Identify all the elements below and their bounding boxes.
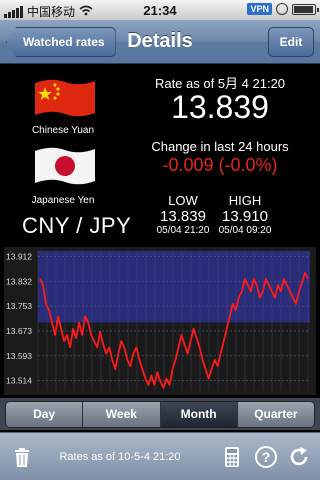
y-tick-label: 13.673 — [6, 326, 32, 336]
trash-icon[interactable] — [10, 445, 34, 469]
period-selector-bar: Day Week Month Quarter — [0, 398, 320, 430]
high-time: 05/04 09:20 — [218, 225, 272, 236]
y-tick-label: 13.593 — [6, 351, 32, 361]
status-right: VPN — [247, 3, 319, 15]
details-panel: Chinese Yuan Japanese Yen CNY / JPY Rate… — [0, 65, 320, 398]
period-segmented-control: Day Week Month Quarter — [5, 401, 315, 428]
high-block: HIGH 13.910 05/04 09:20 — [205, 193, 285, 236]
help-icon[interactable]: ? — [254, 445, 278, 469]
change-label: Change in last 24 hours — [151, 139, 289, 154]
rate-value: 13.839 — [171, 89, 269, 125]
segment-week[interactable]: Week — [83, 402, 161, 427]
svg-text:?: ? — [262, 449, 271, 465]
segment-day[interactable]: Day — [6, 402, 84, 427]
refresh-icon[interactable] — [287, 445, 311, 469]
edit-button[interactable]: Edit — [268, 27, 314, 57]
high-value: 13.910 — [222, 208, 268, 225]
bottom-toolbar: Rates as of 10-5-4 21:20 ? — [0, 432, 320, 480]
y-tick-label: 13.832 — [6, 276, 32, 286]
y-tick-label: 13.912 — [6, 252, 32, 262]
rate-chart[interactable]: 13.912 13.832 13.753 13.673 13.593 13.514 — [4, 247, 316, 395]
vpn-badge: VPN — [247, 3, 272, 15]
china-flag-icon — [35, 79, 95, 117]
y-tick-label: 13.753 — [6, 301, 32, 311]
japan-flag-icon — [35, 147, 95, 185]
battery-icon — [292, 3, 319, 15]
navigation-bar: Watched rates Details Edit — [0, 20, 320, 64]
y-tick-label: 13.514 — [6, 375, 32, 385]
toolbar-status-text: Rates as of 10-5-4 21:20 — [59, 451, 181, 463]
status-bar: 中国移动 21:34 VPN — [0, 0, 320, 20]
alarm-icon — [276, 3, 288, 15]
segment-month[interactable]: Month — [160, 402, 238, 427]
currency-pair: CNY / JPY — [22, 213, 132, 238]
high-label: HIGH — [228, 193, 262, 208]
segment-quarter[interactable]: Quarter — [237, 402, 314, 427]
base-currency-name: Chinese Yuan — [31, 125, 95, 136]
chart-plot-lower — [38, 322, 310, 391]
change-value: -0.009 (-0.0%) — [162, 155, 278, 175]
rate-chart-svg: 13.912 13.832 13.753 13.673 13.593 13.514 — [4, 247, 316, 395]
calculator-icon[interactable] — [220, 445, 244, 469]
quote-currency-name: Japanese Yen — [31, 195, 95, 206]
